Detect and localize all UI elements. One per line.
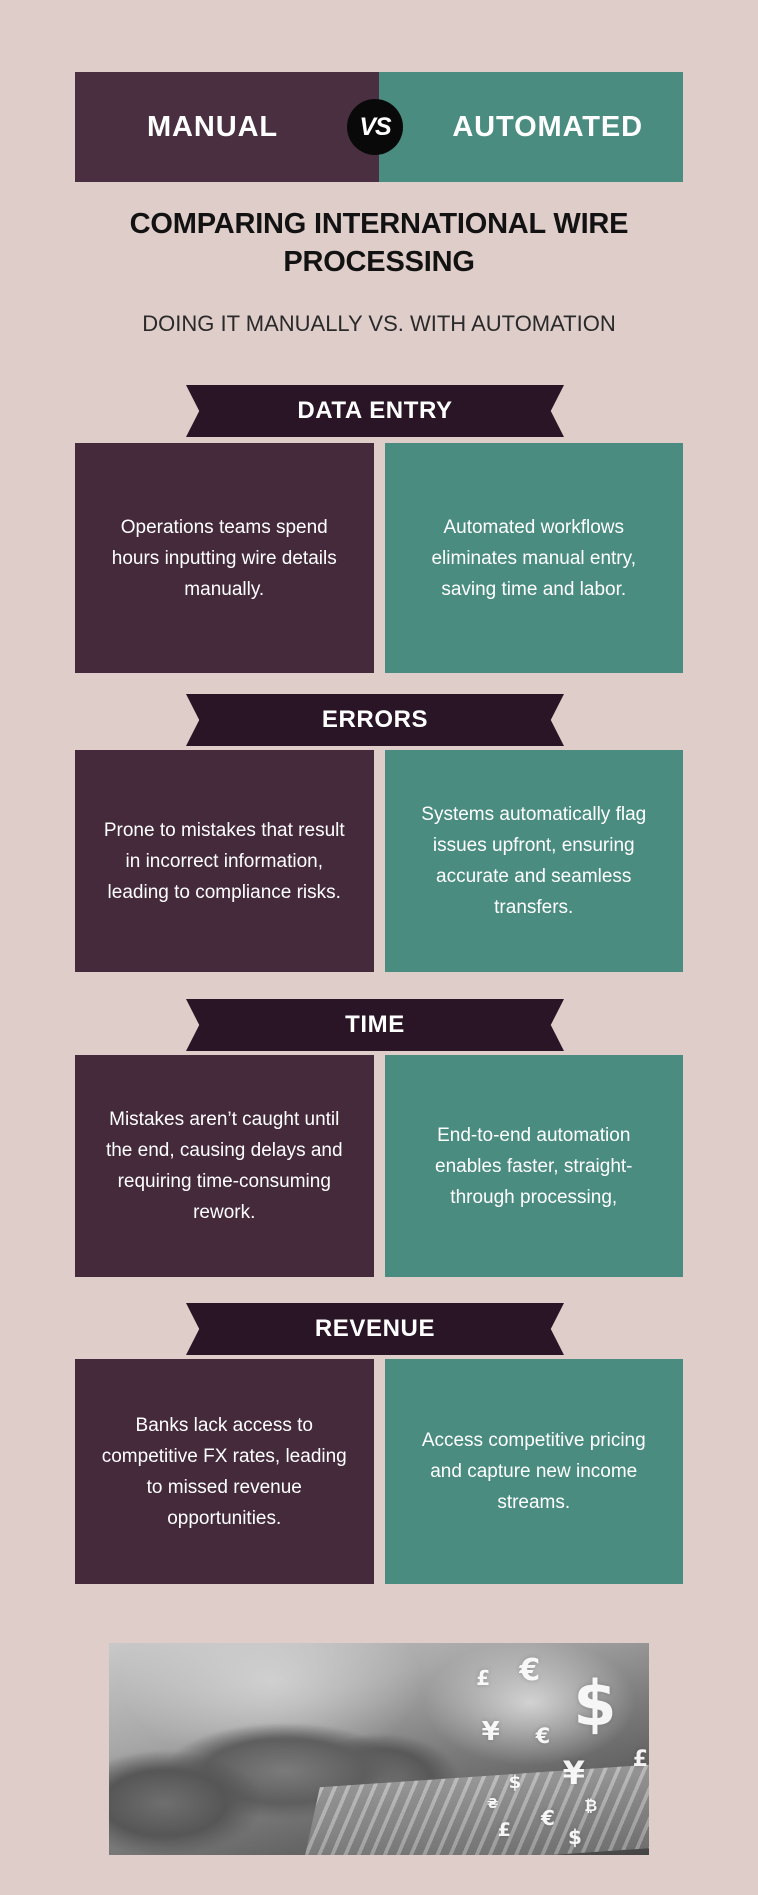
section-cards-revenue: Banks lack access to competitive FX rate… [75, 1359, 683, 1584]
section-cards-time: Mistakes aren’t caught until the end, ca… [75, 1055, 683, 1277]
automated-card: End-to-end automation enables faster, st… [384, 1055, 683, 1277]
currency-symbol-icon: ¥ [562, 1754, 585, 1793]
header-automated-label: AUTOMATED [452, 110, 643, 143]
currency-symbol-icon: € [541, 1806, 555, 1831]
section-banner-revenue: REVENUE [186, 1303, 564, 1355]
currency-symbol-icon: € [535, 1723, 551, 1748]
section-banner-label: TIME [345, 1011, 405, 1038]
currency-symbol-icon: £ [476, 1666, 491, 1691]
currency-symbol-icon: ₴ [487, 1796, 499, 1812]
footer-photo: £ € ¥ $ € ¥ £ $ ₴ € £ ₿ $ [109, 1643, 649, 1855]
header-manual-label: MANUAL [147, 110, 279, 143]
page-title: COMPARING INTERNATIONAL WIRE PROCESSING [129, 208, 629, 278]
section-banner-label: DATA ENTRY [297, 397, 453, 424]
vs-badge-icon: VS [347, 99, 403, 155]
currency-symbol-icon: ₿ [584, 1795, 598, 1815]
manual-card: Operations teams spend hours inputting w… [75, 443, 374, 673]
section-banner-errors: ERRORS [186, 694, 564, 746]
automated-card: Systems automatically flag issues upfron… [384, 750, 683, 972]
automated-card-text: Access competitive pricing and capture n… [421, 1430, 646, 1513]
infographic-page: MANUAL AUTOMATED VS COMPARING INTERNATIO… [0, 0, 758, 1895]
section-banner-label: REVENUE [314, 1315, 436, 1342]
section-cards-errors: Prone to mistakes that result in incorre… [75, 750, 683, 972]
section-cards-data-entry: Operations teams spend hours inputting w… [75, 443, 683, 673]
manual-card-text: Prone to mistakes that result in incorre… [103, 819, 345, 903]
vs-badge-label: VS [359, 112, 391, 141]
automated-card-text: Automated workflows eliminates manual en… [431, 516, 637, 600]
header-automated-side: AUTOMATED [379, 72, 683, 182]
manual-card-text: Banks lack access to competitive FX rate… [101, 1414, 347, 1529]
automated-card-text: End-to-end automation enables faster, st… [435, 1124, 633, 1208]
manual-card: Banks lack access to competitive FX rate… [75, 1359, 374, 1584]
section-banner-time: TIME [186, 999, 564, 1051]
page-subtitle: DOING IT MANUALLY VS. WITH AUTOMATION [142, 311, 616, 336]
automated-card-text: Systems automatically flag issues upfron… [421, 804, 647, 918]
currency-symbol-icon: £ [497, 1819, 512, 1842]
section-banner-label: ERRORS [321, 706, 429, 733]
currency-symbol-icon: $ [508, 1772, 522, 1794]
currency-symbol-icon: $ [573, 1666, 617, 1740]
currency-symbol-icon: £ [632, 1747, 649, 1772]
currency-symbol-icon: € [519, 1652, 541, 1688]
currency-symbol-icon: ¥ [481, 1717, 500, 1748]
manual-card: Mistakes aren’t caught until the end, ca… [75, 1055, 374, 1277]
header-manual-side: MANUAL [75, 72, 379, 182]
automated-card: Automated workflows eliminates manual en… [384, 443, 683, 673]
manual-card: Prone to mistakes that result in incorre… [75, 750, 374, 972]
automated-card: Access competitive pricing and capture n… [384, 1359, 683, 1584]
section-banner-data-entry: DATA ENTRY [186, 385, 564, 437]
currency-symbol-icon: $ [568, 1825, 582, 1850]
manual-card-text: Operations teams spend hours inputting w… [111, 516, 337, 600]
manual-card-text: Mistakes aren’t caught until the end, ca… [105, 1109, 343, 1223]
